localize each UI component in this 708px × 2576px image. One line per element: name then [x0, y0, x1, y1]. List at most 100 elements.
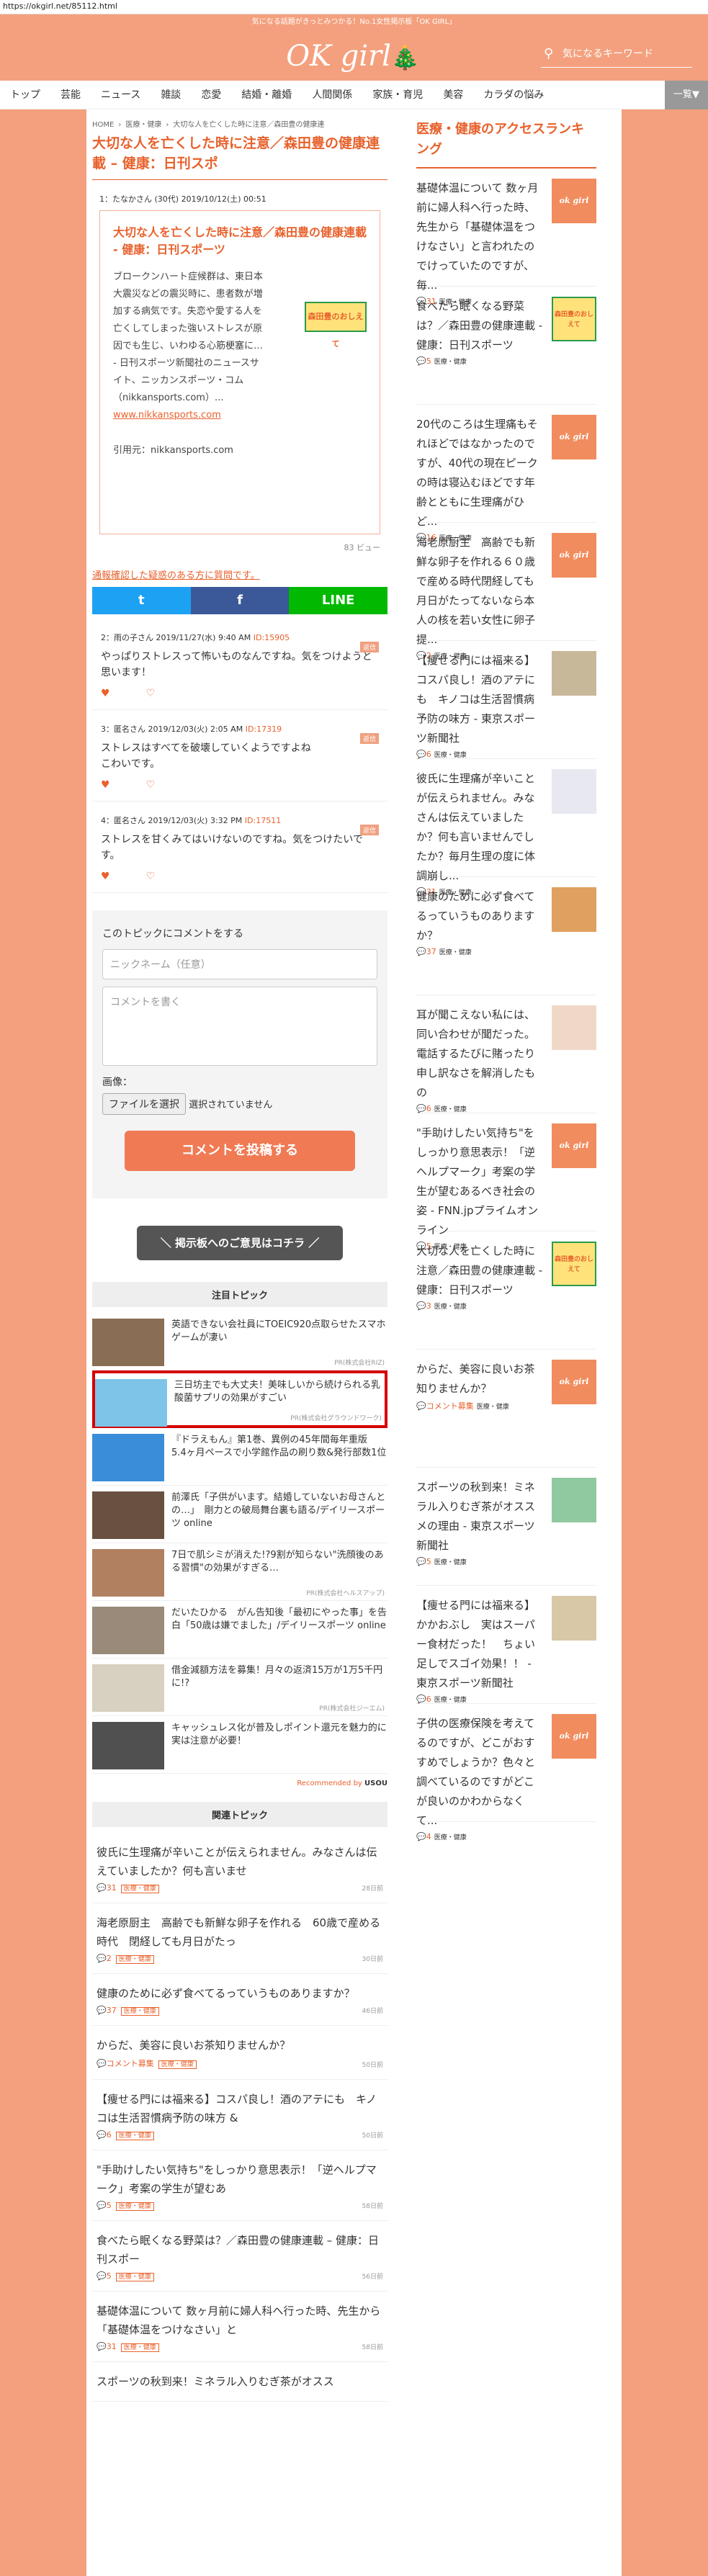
featured-thumbnail[interactable]	[92, 1491, 164, 1539]
featured-item[interactable]: だいたひかる がん告知後「最初にやった事」を告白「50歳は嫌でました」/デイリー…	[92, 1601, 387, 1659]
related-item[interactable]: スポーツの秋到来！ミネラル入りむぎ茶がオスス	[92, 2362, 387, 2402]
nav-item[interactable]: 家族・育児	[362, 81, 433, 109]
ranking-item[interactable]: 耳が聞こえない私には、同い合わせが聞だった。電話するたびに賭ったり申し訳なさを解…	[416, 995, 596, 1113]
featured-thumbnail[interactable]	[92, 1434, 164, 1481]
ranking-item[interactable]: 【痩せる門には福来る】コスパ良し！酒のアテにも キノコは生活習慣病予防の味方 -…	[416, 641, 596, 759]
ranking-title[interactable]: 20代のころは生理痛もそれほどではなかったのですが、40代の現在ピークの時は寝込…	[416, 415, 543, 531]
ranking-thumbnail[interactable]	[552, 769, 596, 814]
category-tag[interactable]: 医療・健康	[434, 752, 467, 759]
post-comment-button[interactable]: コメントを投稿する	[125, 1131, 355, 1171]
source-link[interactable]: www.nikkansports.com	[113, 410, 367, 421]
category-tag[interactable]: 医療・健康	[115, 2202, 154, 2211]
featured-item[interactable]: 前澤氏「子供がいます。結婚していないお母さんとの…」 剛力との破局舞台裏も語る/…	[92, 1486, 387, 1543]
ranking-item[interactable]: "手助けしたい気持ち"をしっかり意思表示！「逆ヘルプマーク」考案の学生が望むある…	[416, 1113, 596, 1251]
related-item[interactable]: 基礎体温について 数ヶ月前に婦人科へ行った時、先生から「基礎体温をつけなさい」と…	[92, 2292, 387, 2362]
ranking-item[interactable]: 大切な人を亡くした時に注意／森田豊の健康連載 - 健康：日刊スポーツ 💬3 医療・健…	[416, 1231, 596, 1350]
ranking-item[interactable]: 彼氏に生理痛が辛いことが伝えられません。みなさんは伝えていましたか？何も言いませ…	[416, 759, 596, 897]
ranking-thumbnail[interactable]	[552, 887, 596, 932]
like-icon[interactable]: ♥	[101, 688, 146, 699]
category-tag[interactable]: 医療・健康	[434, 1106, 467, 1113]
related-item[interactable]: 【痩せる門には福来る】コスパ良し！酒のアテにも キノコは生活習慣病予防の味方 &…	[92, 2080, 387, 2150]
category-tag[interactable]: 医療・健康	[434, 1303, 467, 1311]
featured-item[interactable]: キャッシュレス化が普及しポイント還元を魅力的に実は注意が必要！	[92, 1716, 387, 1774]
comment-textarea[interactable]: コメントを書く	[102, 987, 377, 1066]
like-icon[interactable]: ♥	[101, 779, 146, 791]
ranking-title[interactable]: 耳が聞こえない私には、同い合わせが聞だった。電話するたびに賭ったり申し訳なさを解…	[416, 1005, 543, 1103]
related-item[interactable]: "手助けしたい気持ち"をしっかり意思表示！「逆ヘルプマーク」考案の学生が望むあ 💬…	[92, 2150, 387, 2221]
related-title[interactable]: 【痩せる門には福来る】コスパ良し！酒のアテにも キノコは生活習慣病予防の味方 &	[97, 2090, 383, 2127]
related-item[interactable]: からだ、美容に良いお茶知りませんか？ 💬コメント募集 医療・健康 50日前	[92, 2026, 387, 2080]
report-link[interactable]: 通報確認した疑惑のある方に質問です。	[92, 553, 387, 587]
featured-thumbnail[interactable]	[92, 1319, 164, 1366]
ranking-title[interactable]: 基礎体温について 数ヶ月前に婦人科へ行った時、先生から「基礎体温をつけなさい」と…	[416, 179, 543, 295]
category-tag[interactable]: 医療・健康	[434, 1697, 467, 1704]
ranking-thumbnail[interactable]: 森田豊のおしえて	[552, 1242, 596, 1286]
related-item[interactable]: 彼氏に生理痛が辛いことが伝えられません。みなさんは伝えていましたか？何も言いませ…	[92, 1833, 387, 1903]
nav-item[interactable]: カラダの悩み	[473, 81, 554, 109]
ranking-thumbnail[interactable]: ok girl	[552, 1360, 596, 1404]
reply-button[interactable]: 返信	[359, 733, 379, 744]
nav-item[interactable]: 雑談	[151, 81, 191, 109]
nav-item[interactable]: 恋愛	[191, 81, 231, 109]
dislike-icon[interactable]: ♡	[146, 871, 192, 882]
ranking-thumbnail[interactable]: ok girl	[552, 533, 596, 578]
ranking-thumbnail[interactable]	[552, 1596, 596, 1641]
comment-id[interactable]: ID:17319	[246, 724, 282, 734]
article-thumbnail[interactable]: 森田豊のおしえて	[305, 302, 367, 349]
category-tag[interactable]: 医療・健康	[120, 2007, 159, 2016]
ranking-title[interactable]: "手助けしたい気持ち"をしっかり意思表示！「逆ヘルプマーク」考案の学生が望むある…	[416, 1123, 543, 1240]
ranking-item[interactable]: 健康のために必ず食べてるっていうものありますか？ 💬37 医療・健康	[416, 877, 596, 995]
nav-more-button[interactable]: 一覧▼	[665, 81, 708, 109]
dislike-icon[interactable]: ♡	[146, 779, 192, 791]
ranking-thumbnail[interactable]	[552, 1478, 596, 1522]
ranking-thumbnail[interactable]	[552, 1005, 596, 1050]
related-title[interactable]: からだ、美容に良いお茶知りませんか？	[97, 2036, 383, 2055]
featured-thumbnail[interactable]	[92, 1607, 164, 1654]
site-logo[interactable]: OK girl🎄	[274, 36, 432, 76]
related-title[interactable]: 健康のために必ず食べてるっていうものありますか？	[97, 1984, 383, 2003]
nickname-input[interactable]: ニックネーム（任意）	[102, 949, 377, 979]
ranking-item[interactable]: 海老原厨主 高齢でも新鮮な卵子を作れる６０歳で産める時代閉経しても月日がたってな…	[416, 523, 596, 660]
ranking-title[interactable]: からだ、美容に良いお茶知りませんか？	[416, 1360, 543, 1399]
ranking-item[interactable]: 【痩せる門には福来る】かかおぶし 実はスーパー食材だった！ ちょい足しでスゴイ効…	[416, 1586, 596, 1704]
related-title[interactable]: 食べたら眠くなる野菜は？／森田豊の健康連載 – 健康：日刊スポー	[97, 2231, 383, 2268]
category-tag[interactable]: 医療・健康	[434, 1559, 467, 1566]
ranking-title[interactable]: 大切な人を亡くした時に注意／森田豊の健康連載 - 健康：日刊スポーツ	[416, 1242, 543, 1300]
ranking-thumbnail[interactable]: ok girl	[552, 1123, 596, 1168]
related-title[interactable]: スポーツの秋到来！ミネラル入りむぎ茶がオスス	[97, 2372, 383, 2391]
nav-item[interactable]: 美容	[433, 81, 473, 109]
ranking-title[interactable]: 【痩せる門には福来る】かかおぶし 実はスーパー食材だった！ ちょい足しでスゴイ効…	[416, 1596, 543, 1693]
featured-item[interactable]: 『ドラえもん』第1巻、異例の45年間毎年重版 5.4ヶ月ペースで小学館作品の刷り…	[92, 1428, 387, 1486]
featured-item[interactable]: 英語できない会社員にTOEIC920点取らせたスマホゲームが凄い PR(株式会社R…	[92, 1313, 387, 1370]
facebook-share-button[interactable]: f	[190, 587, 290, 614]
breadcrumb-item[interactable]: HOME	[92, 121, 114, 129]
brand-logo[interactable]: USOU	[364, 1780, 387, 1787]
featured-text[interactable]: 『ドラえもん』第1巻、異例の45年間毎年重版 5.4ヶ月ペースで小学館作品の刷り…	[171, 1434, 387, 1479]
featured-thumbnail[interactable]	[92, 1664, 164, 1712]
ranking-title[interactable]: 彼氏に生理痛が辛いことが伝えられません。みなさんは伝えていましたか？何も言いませ…	[416, 769, 543, 886]
category-tag[interactable]: 医療・健康	[434, 359, 467, 366]
comment-id[interactable]: ID:17511	[245, 816, 281, 825]
like-icon[interactable]: ♥	[101, 871, 146, 882]
ranking-thumbnail[interactable]: 森田豊のおしえて	[552, 297, 596, 341]
featured-thumbnail[interactable]	[92, 1722, 164, 1769]
featured-text[interactable]: キャッシュレス化が普及しポイント還元を魅力的に実は注意が必要！	[171, 1722, 387, 1767]
featured-item[interactable]: 7日で肌シミが消えた!?9割が知らない"洗顔後のある習慣"の効果がすぎる… PR(…	[92, 1543, 387, 1601]
related-item[interactable]: 海老原厨主 高齢でも新鮮な卵子を作れる 60歳で産める時代 閉経しても月日がたっ…	[92, 1903, 387, 1974]
file-select-button[interactable]: ファイルを選択	[102, 1093, 186, 1115]
ranking-title[interactable]: 食べたら眠くなる野菜は？／森田豊の健康連載 - 健康：日刊スポーツ	[416, 297, 543, 355]
category-tag[interactable]: 医療・健康	[158, 2060, 197, 2069]
feedback-button[interactable]: ＼ 掲示板へのご意見はコチラ ／	[137, 1226, 343, 1260]
search-input[interactable]: ⚲ 気になるキーワード	[541, 40, 692, 68]
category-tag[interactable]: 医療・健康	[120, 1885, 159, 1893]
ranking-thumbnail[interactable]: ok girl	[552, 179, 596, 223]
ranking-thumbnail[interactable]: ok girl	[552, 1714, 596, 1759]
ranking-thumbnail[interactable]	[552, 651, 596, 696]
ranking-title[interactable]: 【痩せる門には福来る】コスパ良し！酒のアテにも キノコは生活習慣病予防の味方 -…	[416, 651, 543, 748]
featured-item[interactable]: 三日坊主でも大丈夫！美味しいから続けられる乳酸菌サプリの効果がすごい PR(株式会…	[92, 1370, 387, 1428]
related-item[interactable]: 食べたら眠くなる野菜は？／森田豊の健康連載 – 健康：日刊スポー 💬5 医療・健康 5…	[92, 2221, 387, 2292]
category-tag[interactable]: 医療・健康	[120, 2343, 159, 2352]
ranking-thumbnail[interactable]: ok girl	[552, 415, 596, 459]
ranking-item[interactable]: スポーツの秋到来！ミネラル入りむぎ茶がオススメの理由 - 東京スポーツ新聞社 💬5…	[416, 1468, 596, 1586]
related-title[interactable]: 彼氏に生理痛が辛いことが伝えられません。みなさんは伝えていましたか？何も言いませ	[97, 1843, 383, 1880]
